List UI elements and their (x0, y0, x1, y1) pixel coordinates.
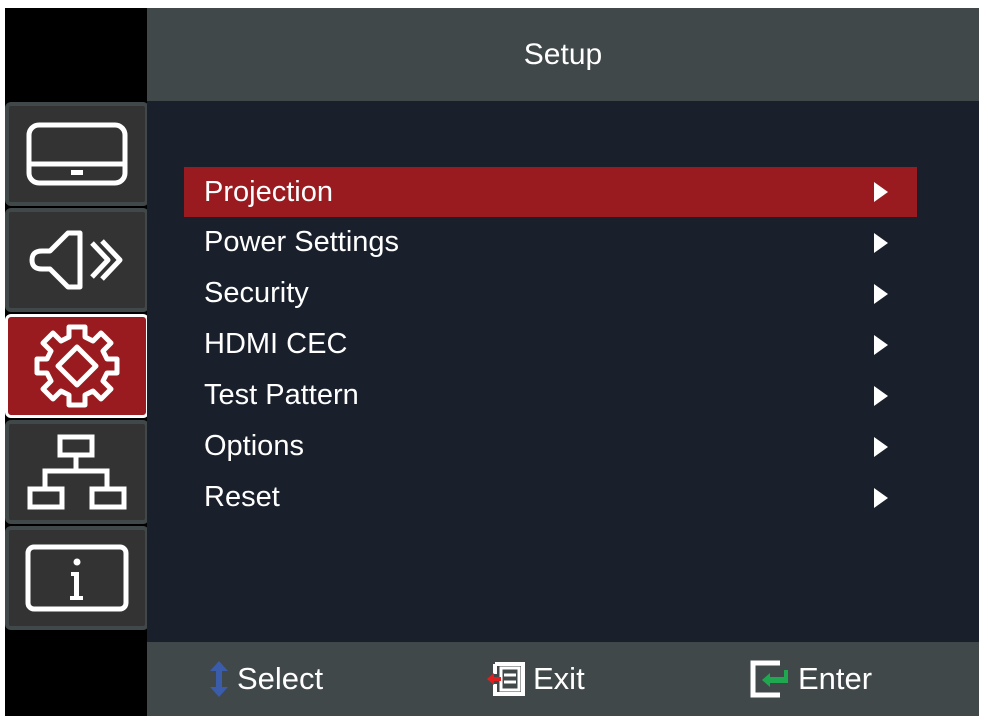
main-panel: Projection Power Settings Security HDMI … (147, 101, 979, 642)
info-icon (25, 544, 129, 612)
chevron-right-icon (874, 487, 888, 508)
menu-item-power-settings[interactable]: Power Settings (184, 217, 917, 268)
select-label: Select (237, 661, 324, 696)
exit-label: Exit (533, 661, 585, 696)
menu-item-label: Security (204, 277, 309, 309)
setup-menu: Projection Power Settings Security HDMI … (184, 167, 917, 523)
sidebar-item-audio[interactable] (5, 208, 149, 312)
chevron-right-icon (874, 436, 888, 457)
enter-label: Enter (798, 661, 873, 696)
footer-hints: Select Exit Enter (147, 642, 979, 716)
chevron-right-icon (874, 182, 888, 202)
up-down-arrow-icon (210, 661, 228, 697)
sidebar-item-display[interactable] (5, 102, 149, 206)
display-icon (26, 122, 128, 186)
exit-icon (487, 662, 525, 696)
select-hint: Select (209, 642, 323, 716)
chevron-right-icon (874, 385, 888, 406)
menu-item-reset[interactable]: Reset (184, 472, 917, 523)
osd-frame: Setup Projection Power Settings Security… (5, 8, 979, 716)
enter-hint: Enter (750, 642, 872, 716)
gear-icon (34, 324, 120, 408)
exit-hint: Exit (487, 642, 585, 716)
sidebar-item-setup[interactable] (5, 314, 149, 418)
menu-item-security[interactable]: Security (184, 268, 917, 319)
chevron-right-icon (874, 232, 888, 253)
sidebar-item-information[interactable] (5, 526, 149, 630)
network-icon (27, 434, 127, 510)
enter-icon (750, 660, 788, 698)
chevron-right-icon (874, 334, 888, 355)
speaker-icon (29, 230, 123, 290)
menu-item-projection[interactable]: Projection (184, 167, 917, 217)
menu-item-label: Options (204, 430, 304, 462)
chevron-right-icon (874, 283, 888, 304)
menu-item-test-pattern[interactable]: Test Pattern (184, 370, 917, 421)
menu-item-label: Reset (204, 481, 280, 513)
menu-item-label: HDMI CEC (204, 328, 348, 360)
sidebar-item-network[interactable] (5, 420, 149, 524)
menu-item-label: Power Settings (204, 226, 400, 258)
header: Setup (147, 8, 979, 101)
menu-item-hdmi-cec[interactable]: HDMI CEC (184, 319, 917, 370)
menu-item-label: Test Pattern (204, 379, 359, 411)
menu-item-label: Projection (204, 175, 333, 208)
menu-item-options[interactable]: Options (184, 421, 917, 472)
page-title: Setup (523, 37, 603, 71)
